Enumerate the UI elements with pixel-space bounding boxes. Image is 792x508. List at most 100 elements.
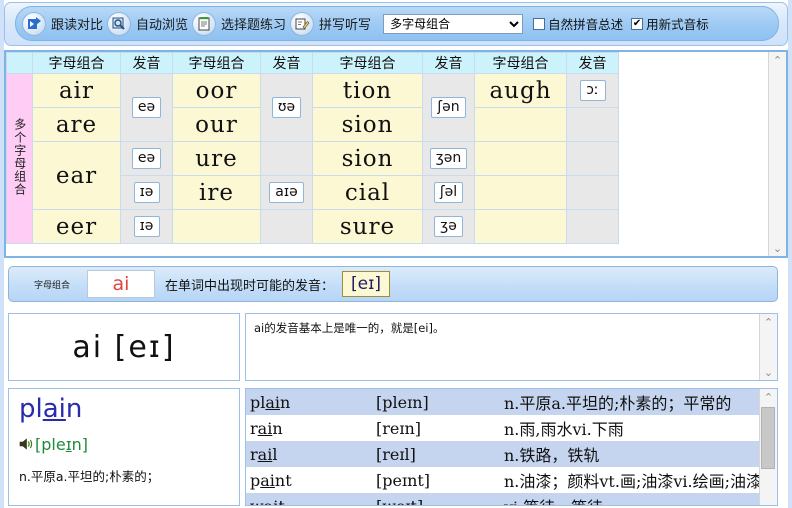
combo-cell-g2-r4[interactable]: ire bbox=[172, 175, 261, 210]
headword-highlight: ai bbox=[42, 394, 66, 424]
table-row: eer ɪə sure ʒə bbox=[7, 209, 619, 244]
sound-cell-g4-r5[interactable] bbox=[566, 209, 619, 244]
grid-header-sound-1: 发音 bbox=[120, 52, 173, 74]
sound-cell-g2-r3[interactable] bbox=[260, 141, 313, 176]
scroll-up-icon[interactable]: ⌃ bbox=[770, 52, 785, 68]
follow-read-compare-label: 跟读对比 bbox=[51, 18, 104, 33]
letter-combination-grid: 字母组合 发音 字母组合 发音 字母组合 发音 字母组合 发音 多个字母组合 a… bbox=[6, 52, 619, 244]
checkbox-box-checked: ✔ bbox=[631, 17, 644, 30]
combo-cell-g2-r3[interactable]: ure bbox=[172, 141, 261, 176]
table-row[interactable]: rain [reɪn] n.雨,雨水vi.下雨 bbox=[246, 415, 759, 441]
sound-cell-g1-r4[interactable]: ɪə bbox=[120, 175, 173, 210]
ipa-box: ʃən bbox=[431, 96, 466, 119]
sound-cell-g3-r3[interactable]: ʒən bbox=[422, 141, 475, 176]
word-post: n bbox=[280, 392, 291, 412]
word-detail-card: plain [pleɪn] n.平原a.平坦的;朴素的； bbox=[8, 388, 240, 506]
grid-header-combo-2: 字母组合 bbox=[172, 52, 261, 74]
headline-panel: ai [eɪ] bbox=[8, 313, 240, 381]
combo-cell-g2-r5[interactable] bbox=[172, 209, 261, 244]
word-cell[interactable]: wait bbox=[246, 493, 372, 505]
word-highlight: ai bbox=[260, 470, 275, 490]
note-scrollbar[interactable]: ⌃ ⌄ bbox=[759, 314, 777, 380]
combo-cell-g4-r3[interactable] bbox=[474, 141, 567, 176]
natural-phonics-summary-checkbox[interactable]: 自然拼音总述 bbox=[533, 14, 623, 33]
table-row[interactable]: paint [peɪnt] n.油漆；颜料vt.画;油漆vi.绘画;油漆 bbox=[246, 467, 759, 493]
ipa-box: ʒən bbox=[429, 147, 468, 170]
speaker-icon[interactable] bbox=[19, 437, 34, 451]
scroll-up-icon[interactable]: ⌃ bbox=[761, 389, 776, 405]
combo-cell-g3-r2[interactable]: sion bbox=[312, 107, 423, 142]
toolbar: 跟读对比 自动浏览 选择题练习 拼写听写 多字母组合 自然拼音总述 ✔ 用新式音… bbox=[4, 2, 788, 46]
combo-cell-g2-r2[interactable]: our bbox=[172, 107, 261, 142]
word-post: t bbox=[278, 497, 284, 506]
combo-cell-g1-r2[interactable]: are bbox=[32, 107, 121, 142]
table-row[interactable]: rail [reɪl] n.铁路，铁轨 bbox=[246, 441, 759, 467]
sound-cell-g2-r1[interactable]: ʊə bbox=[260, 73, 313, 142]
ipa-box: eə bbox=[131, 147, 162, 170]
phonetic-cell: [pleɪn] bbox=[372, 389, 500, 415]
combo-cell-g1-r1[interactable]: air bbox=[32, 73, 121, 108]
grid-header-row: 字母组合 发音 字母组合 发音 字母组合 发音 字母组合 发音 bbox=[6, 52, 619, 74]
table-row[interactable]: plain [pleɪn] n.平原a.平坦的;朴素的；平常的 bbox=[246, 389, 759, 415]
new-style-phonetic-checkbox[interactable]: ✔ 用新式音标 bbox=[631, 14, 709, 33]
sound-cell-g4-r3[interactable] bbox=[566, 141, 619, 176]
table-row: are our sion bbox=[7, 107, 619, 142]
sound-cell-g4-r1[interactable]: ɔː bbox=[566, 73, 619, 108]
scroll-up-icon[interactable]: ⌃ bbox=[761, 314, 776, 330]
selected-phonetic-badge[interactable]: [eɪ] bbox=[342, 271, 391, 297]
category-select[interactable]: 多字母组合 bbox=[383, 13, 524, 34]
table-row: ear eə ure sion ʒən bbox=[7, 141, 619, 210]
combo-cell-g3-r5[interactable]: sure bbox=[312, 209, 423, 244]
sound-cell-g2-r5[interactable] bbox=[260, 209, 313, 244]
combo-cell-g4-r2[interactable] bbox=[474, 107, 567, 142]
ipa-box: aɪə bbox=[269, 181, 304, 204]
sound-cell-g1-r3[interactable]: eə bbox=[120, 141, 173, 176]
word-cell[interactable]: paint bbox=[246, 467, 372, 493]
combo-cell-g4-r1[interactable]: augh bbox=[474, 73, 567, 108]
selected-letter-combo[interactable]: ai bbox=[87, 270, 155, 298]
word-cell[interactable]: rain bbox=[246, 415, 372, 441]
follow-read-compare-button[interactable]: 跟读对比 bbox=[22, 9, 103, 39]
word-pre: p bbox=[250, 470, 261, 490]
sound-cell-g1-r1[interactable]: eə bbox=[120, 73, 173, 142]
sound-cell-g1-r5[interactable]: ɪə bbox=[120, 209, 173, 244]
combo-cell-g4-r4[interactable] bbox=[474, 175, 567, 210]
combo-cell-g1-r5[interactable]: eer bbox=[32, 209, 121, 244]
auto-browse-icon bbox=[107, 11, 132, 36]
sound-cell-g2-r4[interactable]: aɪə bbox=[260, 175, 313, 210]
sound-cell-g3-r1[interactable]: ʃən bbox=[422, 73, 475, 142]
ipa-box: ʊə bbox=[271, 96, 302, 119]
word-phonetic-row[interactable]: [pleɪn] bbox=[19, 435, 229, 454]
combo-cell-g2-r1[interactable]: oor bbox=[172, 73, 261, 108]
letter-combination-grid-wrap: 字母组合 发音 字母组合 发音 字母组合 发音 字母组合 发音 多个字母组合 a… bbox=[6, 52, 768, 256]
word-post: n bbox=[272, 418, 283, 438]
quiz-practice-button[interactable]: 选择题练习 bbox=[192, 9, 286, 39]
table-row[interactable]: wait [weɪt] vi.等待;; 等待 bbox=[246, 493, 759, 505]
sound-cell-g3-r4[interactable]: ʃəl bbox=[422, 175, 475, 210]
combo-cell-g3-r3[interactable]: sion bbox=[312, 141, 423, 176]
spell-dictation-button[interactable]: 拼写听写 bbox=[290, 9, 371, 39]
scroll-down-icon[interactable]: ⌄ bbox=[761, 364, 776, 380]
combo-cell-g4-r5[interactable] bbox=[474, 209, 567, 244]
combo-cell-g3-r1[interactable]: tion bbox=[312, 73, 423, 108]
auto-browse-button[interactable]: 自动浏览 bbox=[107, 9, 188, 39]
scrollbar-thumb[interactable] bbox=[761, 407, 775, 469]
combo-cell-g3-r4[interactable]: cial bbox=[312, 175, 423, 210]
phonetic-cell: [reɪl] bbox=[372, 441, 500, 467]
grid-header-sound-2: 发音 bbox=[260, 52, 313, 74]
combo-cell-g1-r3[interactable]: ear bbox=[32, 141, 121, 210]
selection-bar: 字母组合 ai 在单词中出现时可能的发音： [eɪ] bbox=[8, 266, 778, 302]
sound-cell-g4-r2[interactable] bbox=[566, 107, 619, 142]
word-cell[interactable]: rail bbox=[246, 441, 372, 467]
grid-header-combo-4: 字母组合 bbox=[474, 52, 567, 74]
play-compare-icon bbox=[22, 11, 46, 36]
combo-table-scrollbar[interactable]: ⌃ ⌄ bbox=[768, 52, 786, 256]
sound-cell-g4-r4[interactable] bbox=[566, 175, 619, 210]
definition-cell: n.平原a.平坦的;朴素的；平常的 bbox=[500, 389, 759, 415]
spell-dictation-label: 拼写听写 bbox=[319, 18, 372, 33]
scroll-down-icon[interactable]: ⌄ bbox=[770, 240, 785, 256]
word-list-scrollbar[interactable]: ⌃ bbox=[759, 389, 777, 505]
sound-cell-g3-r5[interactable]: ʒə bbox=[422, 209, 475, 244]
word-cell[interactable]: plain bbox=[246, 389, 372, 415]
phonetic-cell: [peɪnt] bbox=[372, 467, 500, 493]
